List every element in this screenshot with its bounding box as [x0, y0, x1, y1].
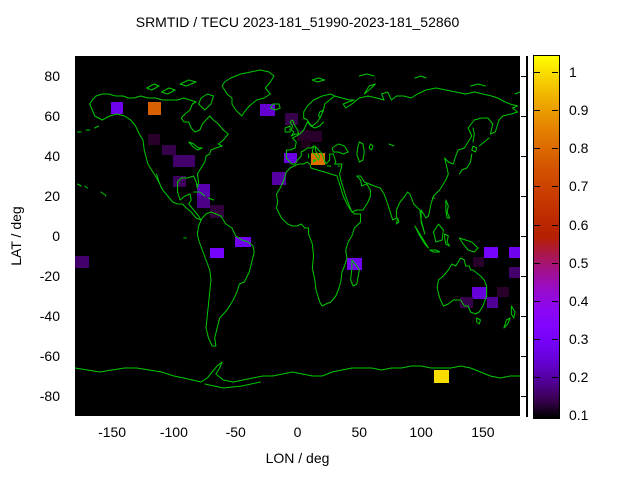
x-tick-label: 100 [409, 424, 433, 440]
y-tick-label: 80 [44, 68, 60, 84]
colorbar-tick [534, 72, 540, 73]
colorbar-tick [552, 339, 558, 340]
colorbar-tick [534, 339, 540, 340]
right-axis-tick [521, 116, 526, 117]
y-tick-label: 60 [44, 108, 60, 124]
chart-title: SRMTID / TECU 2023-181_51990-2023-181_52… [135, 14, 460, 30]
right-axis-tick [521, 156, 526, 157]
colorbar-tick-label: 0.8 [569, 140, 589, 156]
y-tick-label: 20 [44, 188, 60, 204]
colorbar-tick [534, 263, 540, 264]
right-axis-tick [521, 356, 526, 357]
tec-map-figure: SRMTID / TECU 2023-181_51990-2023-181_52… [0, 0, 640, 480]
y-tick-label: -60 [39, 348, 60, 364]
right-axis-tick [521, 76, 526, 77]
colorbar-tick [552, 301, 558, 302]
colorbar-tick-label: 0.6 [569, 217, 589, 233]
x-tick-label: 50 [351, 424, 368, 440]
coastline-oceania [415, 224, 515, 328]
colorbar-tick [534, 148, 540, 149]
colorbar-tick [552, 415, 558, 416]
colorbar-tick-label: 0.9 [569, 102, 589, 118]
colorbar-tick-label: 0.3 [569, 331, 589, 347]
right-axis-line [526, 56, 528, 417]
right-axis-tick [521, 236, 526, 237]
colorbar-tick [534, 186, 540, 187]
y-tick-label: -40 [39, 308, 60, 324]
x-tick-label: 0 [293, 424, 302, 440]
coastline-americas [77, 70, 280, 346]
colorbar-tick [534, 377, 540, 378]
colorbar-tick [552, 263, 558, 264]
colorbar-tick-label: 0.7 [569, 178, 589, 194]
colorbar-tick-label: 0.5 [569, 255, 589, 271]
colorbar-tick [552, 110, 558, 111]
x-tick-label: -150 [98, 424, 127, 440]
y-tick-label: -80 [39, 388, 60, 404]
x-tick-label: -100 [159, 424, 188, 440]
right-axis-tick [521, 196, 526, 197]
colorbar-tick [552, 148, 558, 149]
y-tick-label: 0 [52, 228, 60, 244]
colorbar-tick-label: 1 [569, 64, 577, 80]
colorbar-tick [534, 301, 540, 302]
world-coastlines [75, 56, 520, 416]
x-axis-title: LON / deg [265, 450, 330, 466]
colorbar-tick [534, 415, 540, 416]
colorbar-tick-label: 0.1 [569, 407, 589, 423]
map-plot-area [75, 56, 520, 416]
x-tick-label: 150 [471, 424, 495, 440]
colorbar-tick [552, 72, 558, 73]
colorbar-tick [552, 186, 558, 187]
coastline-europe-africa [276, 94, 393, 306]
right-axis-tick [521, 276, 526, 277]
colorbar-tick [552, 225, 558, 226]
colorbar-tick [534, 110, 540, 111]
y-tick-label: -20 [39, 268, 60, 284]
right-axis-tick [521, 396, 526, 397]
coastline-antarctica [75, 362, 520, 388]
y-tick-label: 40 [44, 148, 60, 164]
right-axis-tick [521, 316, 526, 317]
colorbar-tick [534, 225, 540, 226]
colorbar-tick [552, 377, 558, 378]
x-tick-label: -50 [225, 424, 246, 440]
colorbar-tick-label: 0.4 [569, 293, 589, 309]
colorbar-tick-label: 0.2 [569, 369, 589, 385]
